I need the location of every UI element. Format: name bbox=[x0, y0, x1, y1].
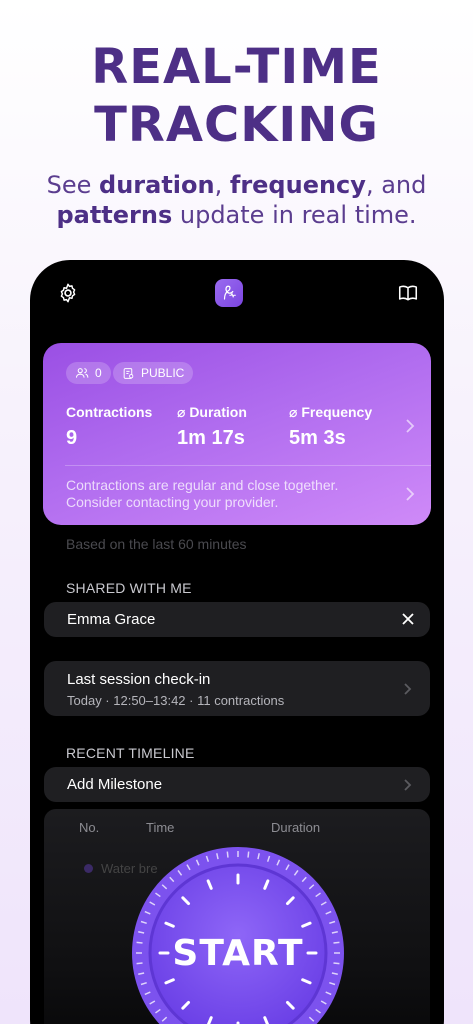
hero-sub-text: See bbox=[46, 171, 100, 199]
hero-title-line-2: TRACKING bbox=[94, 97, 379, 153]
hero-title-line-1: REAL-TIME bbox=[91, 39, 382, 95]
hero-sub-bold: duration bbox=[99, 171, 215, 199]
hero-sub-text: update in real time. bbox=[172, 201, 417, 229]
stat-label-duration: ⌀ Duration bbox=[177, 404, 247, 420]
add-milestone-row[interactable]: Add Milestone bbox=[44, 767, 430, 802]
visibility-label: PUBLIC bbox=[141, 366, 185, 380]
hero-sub-bold: patterns bbox=[56, 201, 173, 229]
hero-subtitle: See duration, frequency, and patterns up… bbox=[20, 170, 453, 230]
start-button[interactable]: START bbox=[130, 845, 346, 1024]
book-icon[interactable] bbox=[397, 282, 419, 304]
hero-sub-bold: frequency bbox=[229, 171, 366, 199]
section-heading-shared: SHARED WITH ME bbox=[66, 580, 192, 596]
card-divider bbox=[65, 465, 431, 466]
hero-sub-text: , and bbox=[365, 171, 427, 199]
column-header-no: No. bbox=[79, 820, 100, 835]
last-session-title: Last session check-in bbox=[67, 671, 211, 688]
followers-count: 0 bbox=[95, 366, 102, 380]
last-session-detail: Today · 12:50–13:42 · 11 contractions bbox=[67, 693, 285, 708]
gear-icon[interactable] bbox=[57, 282, 79, 304]
column-header-duration: Duration bbox=[271, 820, 321, 835]
document-icon bbox=[123, 367, 134, 379]
stat-value-frequency: 5m 3s bbox=[289, 427, 346, 449]
milestone-dot-icon bbox=[84, 864, 93, 873]
summary-card[interactable]: 0 PUBLIC Contractions 9 ⌀ Duration 1m 17… bbox=[43, 343, 431, 525]
add-milestone-label: Add Milestone bbox=[67, 776, 163, 793]
column-header-time: Time bbox=[146, 820, 175, 835]
shared-person-name: Emma Grace bbox=[67, 611, 156, 628]
stat-label-frequency: ⌀ Frequency bbox=[289, 404, 373, 420]
chevron-right-icon[interactable] bbox=[405, 486, 415, 502]
stat-label-contractions: Contractions bbox=[66, 404, 153, 420]
last-session-row[interactable]: Last session check-in Today · 12:50–13:4… bbox=[44, 661, 430, 716]
chevron-right-icon[interactable] bbox=[405, 418, 415, 434]
start-label: START bbox=[172, 933, 304, 974]
close-icon[interactable] bbox=[402, 613, 414, 625]
card-note: Contractions are regular and close toget… bbox=[66, 477, 339, 510]
app-logo-icon bbox=[215, 279, 243, 307]
hero-title: REAL-TIME TRACKING bbox=[0, 38, 473, 154]
chevron-right-icon bbox=[404, 779, 412, 791]
dial-tick bbox=[247, 851, 250, 858]
followers-pill: 0 bbox=[66, 362, 111, 384]
chevron-right-icon bbox=[404, 683, 412, 695]
shared-person-row[interactable]: Emma Grace bbox=[44, 602, 430, 637]
stat-value-contractions: 9 bbox=[66, 427, 78, 449]
dial-tick bbox=[226, 851, 229, 858]
based-on-caption: Based on the last 60 minutes bbox=[66, 536, 247, 552]
section-heading-timeline: RECENT TIMELINE bbox=[66, 745, 195, 761]
people-icon bbox=[75, 368, 89, 378]
visibility-pill: PUBLIC bbox=[113, 362, 194, 384]
hero-sub-text: , bbox=[214, 171, 230, 199]
stat-value-duration: 1m 17s bbox=[177, 427, 245, 449]
